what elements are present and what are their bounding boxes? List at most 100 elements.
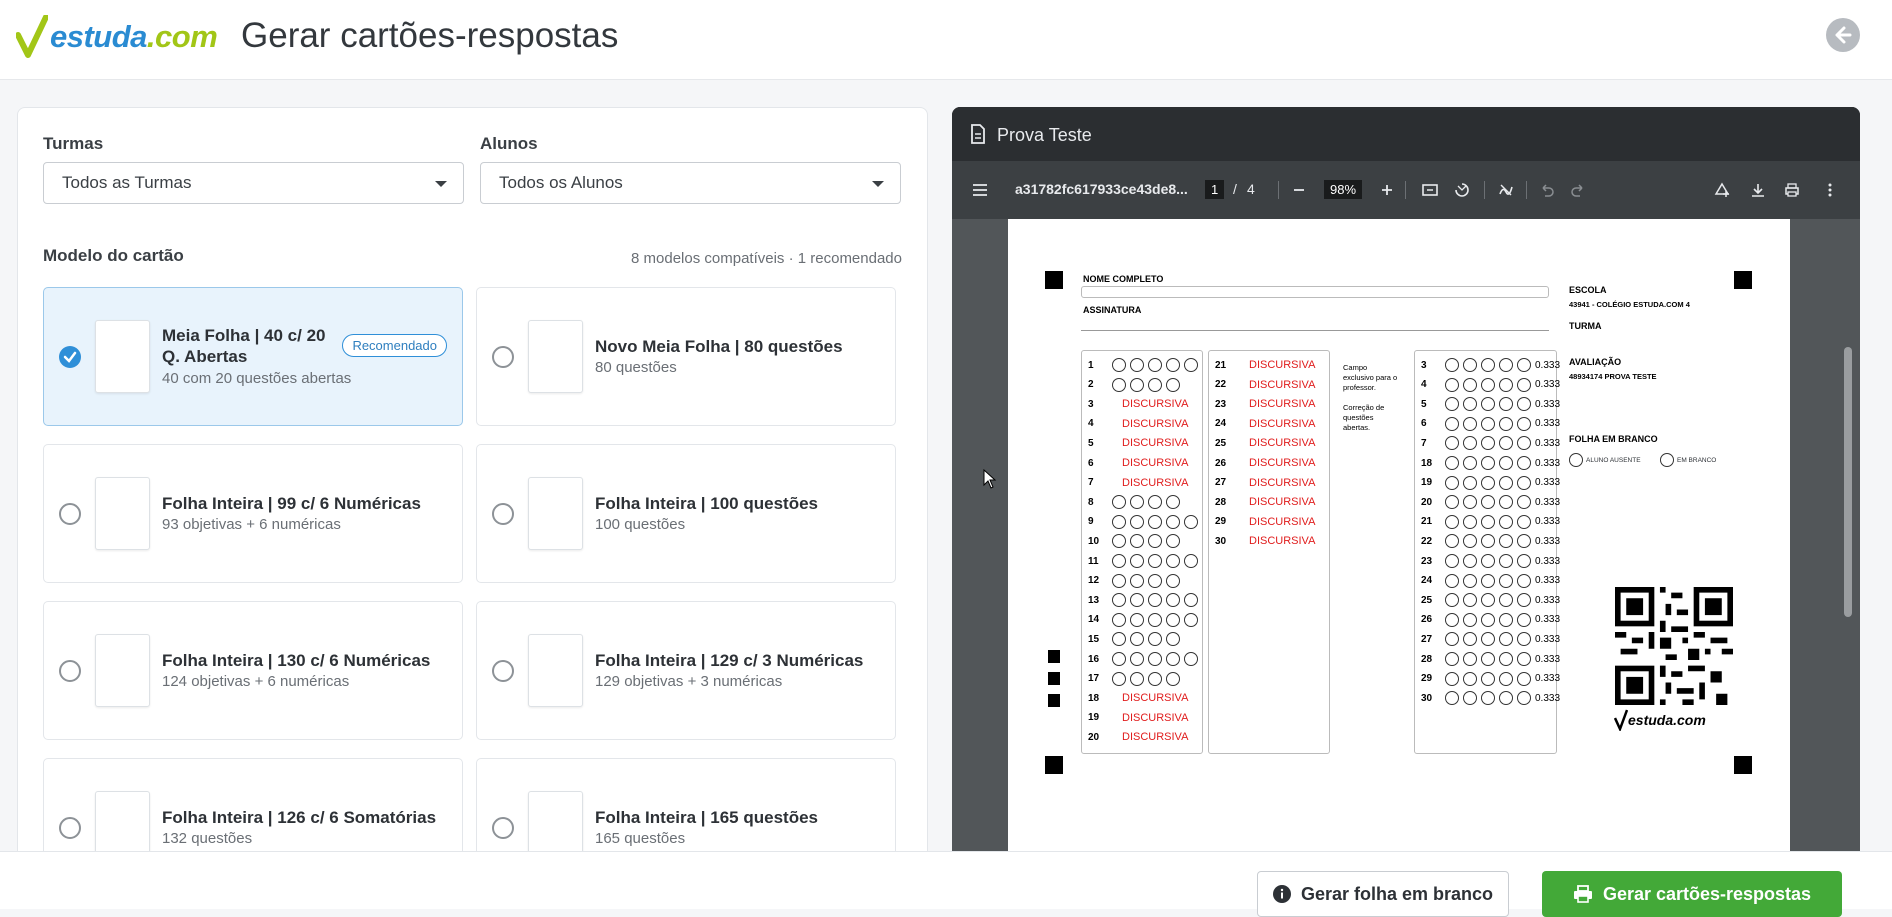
model-card[interactable]: Folha Inteira | 99 c/ 6 Numéricas 93 obj… <box>43 444 463 583</box>
answer-bubble <box>1130 514 1144 529</box>
question-row: 14 <box>1088 611 1202 629</box>
answer-bubble <box>1112 573 1126 588</box>
estuda-logo[interactable]: estuda.com <box>16 14 218 60</box>
question-row: 5 DISCURSIVA <box>1088 437 1189 450</box>
model-name: Novo Meia Folha | 80 questões <box>595 337 843 356</box>
generate-button[interactable]: Gerar cartões-respostas <box>1542 871 1842 917</box>
answer-bubble <box>1445 554 1459 568</box>
rotate-icon[interactable] <box>1454 182 1470 198</box>
answer-bubble <box>1499 416 1513 431</box>
radio[interactable] <box>59 503 81 525</box>
mouse-cursor-icon <box>983 469 997 489</box>
question-row: 27 0.333 <box>1421 632 1561 647</box>
answer-bubble <box>1499 377 1513 392</box>
answer-bubble <box>1445 632 1459 647</box>
answer-bubble <box>1517 573 1531 588</box>
add-shape-icon[interactable] <box>1714 182 1730 198</box>
answer-bubble <box>1148 514 1162 529</box>
toolbar-divider <box>1484 181 1485 199</box>
answer-bubble <box>1148 534 1162 549</box>
redo-icon[interactable] <box>1570 182 1586 198</box>
more-vertical-icon[interactable] <box>1822 182 1838 198</box>
answer-bubble <box>1130 554 1144 568</box>
zoom-out-icon[interactable] <box>1291 182 1307 198</box>
app-header: estuda.com Gerar cartões-respostas <box>0 0 1892 80</box>
model-desc: 100 questões <box>595 516 686 533</box>
answer-bubble <box>1445 436 1459 451</box>
question-row: 3 0.333 <box>1421 358 1561 372</box>
radio[interactable] <box>59 660 81 682</box>
radio-checked[interactable] <box>59 346 81 368</box>
answer-bubble <box>1481 612 1495 627</box>
answer-bubble <box>1463 416 1477 431</box>
page-number-input[interactable]: 1 <box>1205 180 1225 199</box>
answer-bubble <box>1445 397 1459 412</box>
answer-bubble <box>1130 495 1144 510</box>
pdf-canvas[interactable]: NOME COMPLETO ASSINATURA ESCOLA 43941 - … <box>952 219 1860 867</box>
answer-bubble <box>1481 671 1495 686</box>
answer-bubble <box>1148 652 1162 666</box>
answer-bubble <box>1184 554 1198 568</box>
print-icon[interactable] <box>1784 182 1800 198</box>
model-name: Folha Inteira | 129 c/ 3 Numéricas <box>595 651 864 670</box>
question-row: 29 DISCURSIVA <box>1215 515 1316 528</box>
turmas-select[interactable]: Todos as Turmas <box>43 162 464 204</box>
question-row: 12 <box>1088 572 1184 590</box>
sheet-turma-label: TURMA <box>1569 321 1602 331</box>
question-row: 10 <box>1088 532 1184 550</box>
answer-bubble <box>1130 593 1144 608</box>
model-card[interactable]: Folha Inteira | 100 questões 100 questõe… <box>476 444 896 583</box>
model-card[interactable]: Folha Inteira | 130 c/ 6 Numéricas 124 o… <box>43 601 463 740</box>
radio[interactable] <box>492 660 514 682</box>
question-row: 18 DISCURSIVA <box>1088 692 1189 705</box>
question-row: 20 0.333 <box>1421 495 1561 510</box>
answer-bubble <box>1481 534 1495 549</box>
undo-icon[interactable] <box>1539 182 1555 198</box>
model-card[interactable]: Meia Folha | 40 c/ 20 Q. Abertas 40 com 2… <box>43 287 463 426</box>
alunos-value: Todos os Alunos <box>499 173 623 192</box>
sheet-avaliacao-label: AVALIAÇÃO <box>1569 357 1622 367</box>
blank-sheet-button[interactable]: Gerar folha em branco <box>1257 871 1509 917</box>
assinatura-line <box>1081 330 1549 331</box>
answer-bubble <box>1148 593 1162 608</box>
annotate-icon[interactable] <box>1498 182 1514 198</box>
question-row: 29 0.333 <box>1421 671 1561 686</box>
answer-bubble <box>1499 632 1513 647</box>
pdf-scrollbar[interactable] <box>1844 347 1852 617</box>
alunos-select[interactable]: Todos os Alunos <box>480 162 901 204</box>
radio[interactable] <box>492 346 514 368</box>
menu-icon[interactable] <box>972 182 988 198</box>
answer-bubble <box>1481 632 1495 647</box>
sheet-thumbnail-icon <box>95 477 150 550</box>
fit-page-icon[interactable] <box>1422 182 1438 198</box>
question-row: 19 DISCURSIVA <box>1088 711 1189 724</box>
answer-bubble <box>1112 593 1126 608</box>
answer-bubble <box>1184 593 1198 608</box>
back-button[interactable] <box>1826 18 1860 52</box>
answer-bubble <box>1184 514 1198 529</box>
qr-code-icon <box>1615 587 1733 705</box>
answer-bubble <box>1445 671 1459 686</box>
answer-bubble <box>1499 514 1513 529</box>
radio[interactable] <box>59 817 81 839</box>
answer-bubble <box>1463 397 1477 412</box>
answer-bubble <box>1463 691 1477 706</box>
answer-bubble <box>1481 593 1495 608</box>
answer-bubble <box>1517 436 1531 451</box>
model-card[interactable]: Novo Meia Folha | 80 questões 80 questõe… <box>476 287 896 426</box>
answer-bubble <box>1166 377 1180 392</box>
radio[interactable] <box>492 817 514 839</box>
answer-bubble <box>1499 495 1513 510</box>
zoom-input[interactable]: 98% <box>1324 180 1363 199</box>
download-icon[interactable] <box>1750 182 1766 198</box>
answer-bubble <box>1112 534 1126 549</box>
answer-bubble <box>1481 416 1495 431</box>
model-card[interactable]: Folha Inteira | 129 c/ 3 Numéricas 129 o… <box>476 601 896 740</box>
answer-bubble <box>1148 573 1162 588</box>
answer-bubble <box>1445 495 1459 510</box>
answer-bubble <box>1517 612 1531 627</box>
radio[interactable] <box>492 503 514 525</box>
answer-bubble <box>1112 652 1126 666</box>
answer-bubble <box>1517 671 1531 686</box>
zoom-in-icon[interactable] <box>1379 182 1395 198</box>
